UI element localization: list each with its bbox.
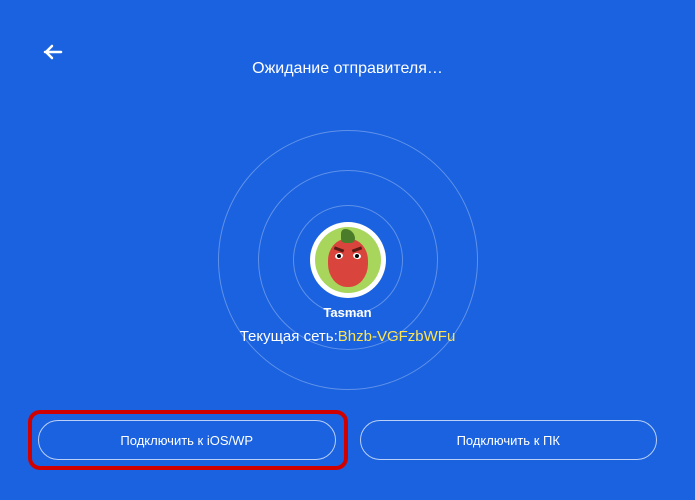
radar-animation: [208, 120, 488, 400]
back-button[interactable]: [40, 40, 64, 64]
avatar: [310, 222, 386, 298]
connect-pc-button[interactable]: Подключить к ПК: [360, 420, 658, 460]
page-title: Ожидание отправителя…: [252, 60, 443, 78]
network-label: Текущая сеть:: [240, 328, 338, 345]
connect-ios-button[interactable]: Подключить к iOS/WP: [38, 420, 336, 460]
network-value: Bhzb-VGFzbWFu: [338, 328, 456, 345]
network-info: Текущая сеть:Bhzb-VGFzbWFu: [240, 328, 456, 345]
username-label: Tasman: [323, 305, 371, 320]
